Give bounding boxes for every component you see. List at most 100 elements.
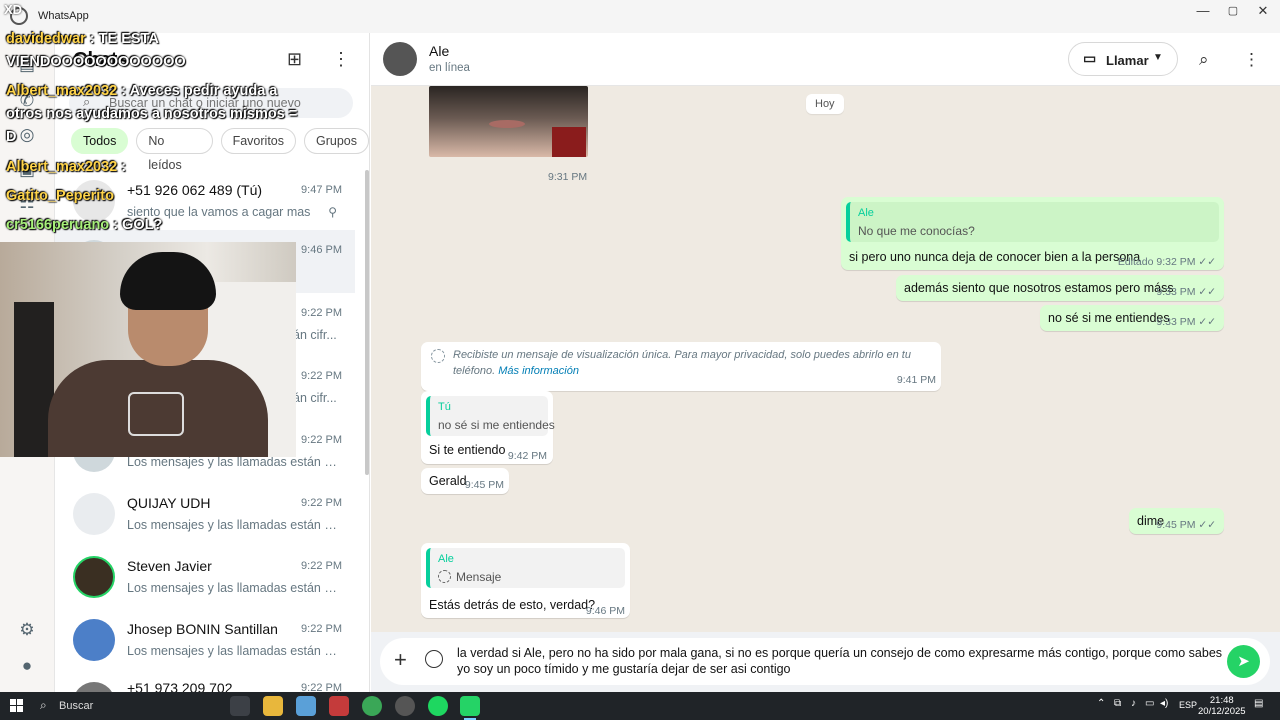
avatar — [73, 556, 115, 598]
chrome-icon[interactable] — [362, 696, 382, 716]
settings-icon[interactable]: ⚙ — [17, 620, 37, 640]
clock-date: 20/12/2025 — [1198, 706, 1246, 717]
message-input-box: + la verdad si Ale, pero no ha sido por … — [380, 638, 1270, 685]
close-button[interactable]: ✕ — [1246, 0, 1280, 22]
notifications-icon[interactable]: ▤ — [1254, 698, 1263, 709]
clock-time: 21:48 — [1209, 695, 1234, 706]
message-list: Hoy 9:31 PM Ale No que me conocías? si p… — [371, 86, 1280, 632]
taskbar-clock[interactable]: 21:48 20/12/2025 — [1198, 695, 1246, 717]
contact-status: en línea — [429, 62, 470, 74]
chat-preview: án cifr... — [293, 328, 337, 342]
filter-groups[interactable]: Grupos — [304, 128, 369, 154]
outgoing-message[interactable]: Ale No que me conocías? si pero uno nunc… — [841, 197, 1224, 270]
quote-author: Tú — [438, 401, 451, 413]
app-icon[interactable] — [296, 696, 316, 716]
filter-favorites[interactable]: Favoritos — [220, 128, 296, 154]
pin-icon: ⚲ — [328, 205, 337, 219]
overlay-text: VIENDOOOOOOOOOOOO — [6, 54, 186, 70]
overlay-text: : — [117, 159, 127, 175]
status-icon[interactable]: ◎ — [17, 125, 37, 145]
chat-row[interactable]: +51 973 209 702 9:22 PM — [55, 672, 355, 692]
maximize-button[interactable]: ▢ — [1216, 0, 1250, 22]
windows-start-icon[interactable] — [10, 699, 23, 712]
overlay-message: davidedwar : TE ESTA — [6, 31, 159, 47]
obs-icon[interactable] — [395, 696, 415, 716]
chat-time: 9:46 PM — [301, 244, 342, 256]
photo-message[interactable] — [429, 86, 588, 157]
outgoing-message[interactable]: además siento que nosotros estamos pero … — [896, 275, 1224, 301]
overlay-user: cr5166peruano — [6, 217, 110, 233]
view-once-notice: Recibiste un mensaje de visualización ún… — [421, 342, 941, 391]
message-meta: 9:45 PM — [464, 479, 504, 491]
tray-icon[interactable]: ⧉ — [1114, 698, 1121, 709]
language-indicator[interactable]: ESP — [1179, 700, 1197, 710]
quoted-message[interactable]: Ale Mensaje — [426, 548, 625, 588]
spotify-icon[interactable] — [428, 696, 448, 716]
filter-unread[interactable]: No leídos — [136, 128, 213, 172]
whatsapp-taskbar-icon[interactable] — [460, 696, 480, 720]
composer: + la verdad si Ale, pero no ha sido por … — [371, 632, 1280, 692]
webcam-overlay — [0, 242, 296, 457]
webcam-shirt-print — [128, 392, 184, 436]
photo-sticker — [552, 127, 586, 157]
send-button[interactable]: ➤ — [1227, 645, 1260, 678]
microphone-icon[interactable]: ♪ — [1131, 698, 1136, 709]
more-info-link[interactable]: Más información — [498, 365, 579, 377]
message-meta: Editado 9:32 PM ✓✓ — [1117, 256, 1216, 268]
network-icon[interactable]: ▭ — [1145, 698, 1154, 709]
quote-text: no sé si me entiendes — [438, 418, 555, 432]
search-icon[interactable]: ⌕ — [1199, 50, 1209, 70]
incoming-message[interactable]: Tú no sé si me entiendes Si te entiendo … — [421, 391, 555, 464]
contact-name[interactable]: Ale — [429, 43, 449, 59]
new-chat-icon[interactable]: ⊞ — [287, 49, 302, 70]
incoming-message[interactable]: Gerald 9:45 PM — [421, 468, 509, 494]
quote-text: No que me conocías? — [858, 224, 975, 238]
quoted-message[interactable]: Tú no sé si me entiendes — [426, 396, 555, 436]
chat-row[interactable]: Jhosep BONIN Santillan 9:22 PM Los mensa… — [55, 609, 355, 672]
sticker-icon[interactable] — [425, 650, 443, 668]
outgoing-message[interactable]: no sé si me entiendes 9:33 PM ✓✓ — [1040, 305, 1224, 331]
chat-preview: Los mensajes y las llamadas están cifr..… — [127, 455, 339, 469]
chat-time: 9:22 PM — [301, 307, 342, 319]
windows-taskbar: ⌕ Buscar ⌃ ⧉ ♪ ▭ ◂) ESP 21:48 20/12/2025… — [0, 692, 1280, 720]
message-meta: 9:33 PM ✓✓ — [1156, 316, 1216, 328]
photo-timestamp: 9:31 PM — [548, 171, 588, 183]
profile-icon[interactable]: ● — [17, 656, 37, 676]
app-icon[interactable] — [329, 696, 349, 716]
message-meta: 9:33 PM ✓✓ — [1156, 286, 1216, 298]
chat-row[interactable]: QUIJAY UDH 9:22 PM Los mensajes y las ll… — [55, 483, 355, 546]
chat-time: 9:22 PM — [301, 497, 342, 509]
quoted-message[interactable]: Ale No que me conocías? — [846, 202, 1219, 242]
message-text: además siento que nosotros estamos pero … — [904, 281, 1174, 295]
call-button[interactable]: ▭ Llamar ▼ — [1068, 42, 1178, 76]
filter-all[interactable]: Todos — [71, 128, 129, 154]
avatar — [73, 682, 115, 692]
minimize-button[interactable]: — — [1186, 0, 1220, 22]
date-separator: Hoy — [806, 94, 844, 114]
overlay-tag: XD — [4, 2, 23, 17]
file-explorer-icon[interactable] — [263, 696, 283, 716]
incoming-message[interactable]: Ale Mensaje Estás detrás de esto, verdad… — [421, 543, 630, 618]
conversation-menu-icon[interactable]: ⋮ — [1243, 50, 1260, 70]
menu-icon[interactable]: ⋮ — [332, 49, 350, 70]
notice-text: teléfono. — [453, 365, 496, 377]
avatar — [73, 619, 115, 661]
outgoing-message[interactable]: dime 9:45 PM ✓✓ — [1129, 508, 1224, 534]
task-view-icon[interactable] — [230, 696, 250, 716]
chat-row[interactable]: Steven Javier 9:22 PM Los mensajes y las… — [55, 546, 355, 609]
chat-preview: Los mensajes y las llamadas están cifr..… — [127, 518, 339, 532]
volume-icon[interactable]: ◂) — [1160, 698, 1168, 709]
chat-name: +51 926 062 489 (Tú) — [127, 182, 263, 198]
overlay-text: otros nos ayudamos a nosotros mismos = — [6, 106, 298, 122]
message-meta: 9:46 PM — [585, 605, 625, 617]
taskbar-search[interactable]: ⌕ Buscar — [32, 692, 220, 720]
tray-chevron-icon[interactable]: ⌃ — [1097, 698, 1105, 709]
message-text: Estás detrás de esto, verdad? — [429, 598, 596, 612]
contact-avatar[interactable] — [383, 42, 417, 76]
message-input[interactable]: la verdad si Ale, pero no ha sido por ma… — [457, 645, 1227, 677]
chat-time: 9:47 PM — [301, 184, 342, 196]
chat-list-scrollbar[interactable] — [365, 170, 369, 475]
conversation-pane: Ale en línea ▭ Llamar ▼ ⌕ ⋮ Hoy 9:31 PM … — [371, 33, 1280, 692]
chat-name: QUIJAY UDH — [127, 495, 211, 511]
attach-icon[interactable]: + — [394, 647, 407, 673]
